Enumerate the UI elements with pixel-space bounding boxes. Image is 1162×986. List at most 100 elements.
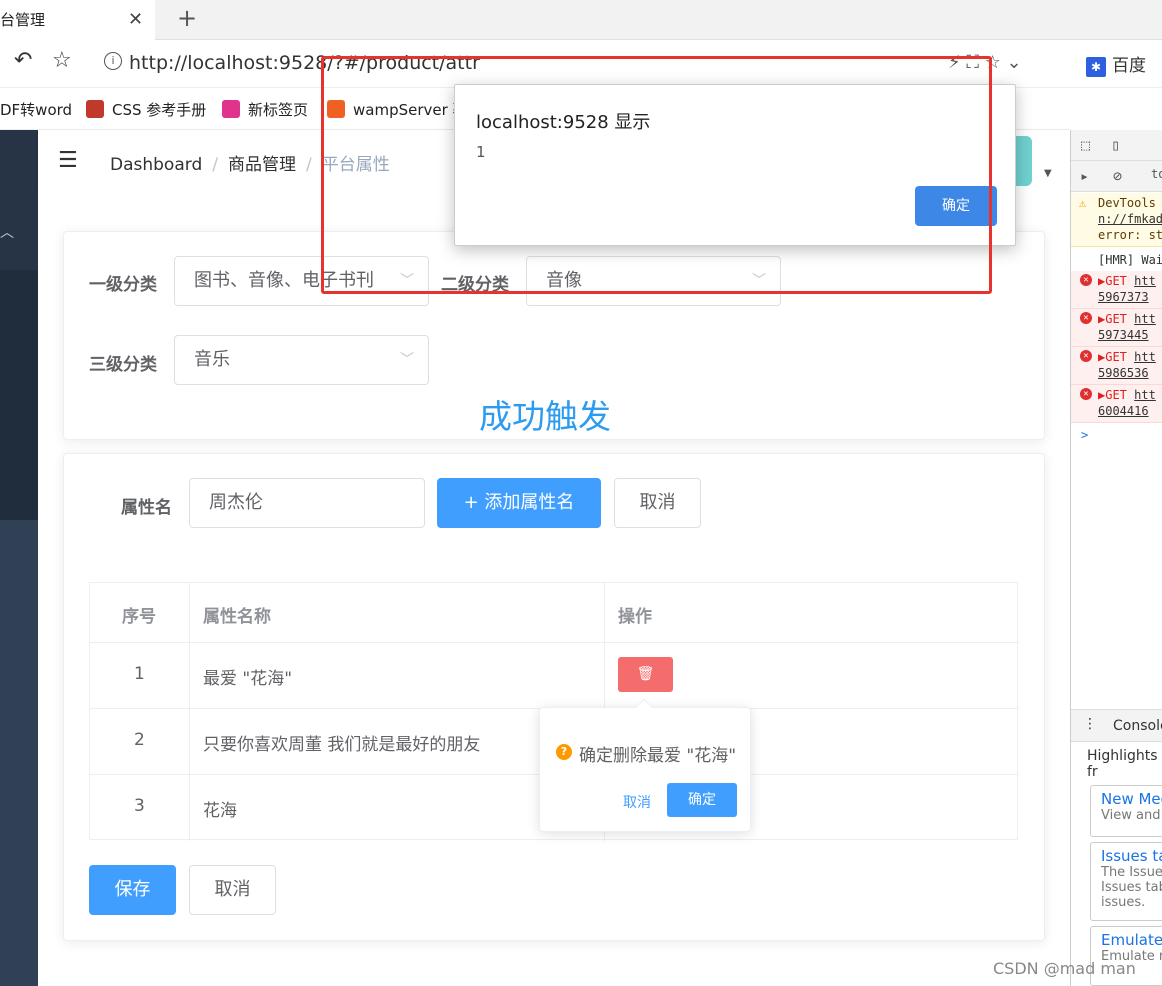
context-select[interactable]: to (1151, 167, 1162, 181)
card-desc: View and (1101, 808, 1161, 823)
level3-value: 音乐 (194, 349, 230, 370)
level1-label: 一级分类 (89, 275, 157, 295)
error-id[interactable]: 5973445 (1098, 327, 1162, 343)
caret-down-icon[interactable]: ▼ (1044, 168, 1052, 179)
search-engine-label: 百度 (1112, 56, 1146, 76)
attr-name-input[interactable]: 周杰伦 (189, 478, 425, 528)
browser-tab[interactable]: 台管理 ✕ (0, 0, 155, 40)
popconfirm-message: 确定删除最爱 "花海" (579, 746, 737, 766)
sidebar-menu-group[interactable]: ︿ (0, 130, 38, 270)
close-tab-icon[interactable]: ✕ (128, 0, 143, 40)
sidebar: ︿ (0, 130, 38, 986)
error-method: ▶GET (1098, 388, 1127, 402)
watermark: CSDN @mad man (993, 959, 1136, 978)
devtools-panel: ⬚ ▯ ▸ ⊘ to ⚠ DevTools n://fmkad error: s… (1070, 130, 1162, 986)
card-desc: Issues tab (1101, 880, 1162, 895)
error-method: ▶GET (1098, 350, 1127, 364)
tab-console[interactable]: Console (1113, 718, 1162, 734)
clear-console-icon[interactable]: ⊘ (1113, 167, 1122, 185)
console-log: [HMR] Wai (1098, 253, 1162, 267)
sidebar-toggle-icon[interactable]: ▸ (1080, 167, 1089, 185)
chevron-up-icon[interactable]: ︿ (0, 222, 14, 242)
console-error[interactable]: ✕ ▶GET htt 6004416 (1071, 385, 1162, 423)
console-error[interactable]: ✕ ▶GET htt 5973445 (1071, 309, 1162, 347)
row-name: 最爱 "花海" (203, 669, 293, 689)
save-button[interactable]: 保存 (89, 865, 176, 915)
devtools-toolbar: ⬚ ▯ (1071, 130, 1162, 161)
console-warning: ⚠ DevTools n://fmkad error: st (1071, 193, 1162, 247)
delete-button[interactable]: 🗑 (618, 657, 673, 692)
trash-icon: 🗑 (636, 666, 655, 682)
chevron-down-icon: ﹀ (400, 352, 414, 368)
error-link[interactable]: htt (1134, 274, 1156, 288)
console-error[interactable]: ✕ ▶GET htt 5986536 (1071, 347, 1162, 385)
error-icon: ✕ (1080, 274, 1092, 286)
row-index: 3 (134, 796, 145, 816)
add-attr-button[interactable]: + 添加属性名 (437, 478, 601, 528)
baidu-icon: ✱ (1086, 57, 1106, 77)
sidebar-submenu[interactable] (0, 270, 38, 520)
error-id[interactable]: 5986536 (1098, 365, 1162, 381)
card-title: Emulate (1101, 931, 1162, 949)
error-link[interactable]: htt (1134, 388, 1156, 402)
error-method: ▶GET (1098, 274, 1127, 288)
popconfirm-cancel-button[interactable]: 取消 (623, 792, 651, 812)
error-link[interactable]: htt (1134, 312, 1156, 326)
card-desc: issues. (1101, 895, 1146, 910)
more-icon[interactable]: ⋮ (1083, 716, 1097, 732)
whats-new-card[interactable]: Issues tal The Issue Issues tab issues. (1090, 842, 1162, 921)
breadcrumb-item[interactable]: Dashboard (110, 155, 202, 175)
error-icon: ✕ (1080, 350, 1092, 362)
bookmark-label: 新标签页 (248, 101, 309, 119)
error-icon: ✕ (1080, 312, 1092, 324)
bookmark-item[interactable]: DF转word (0, 99, 72, 120)
card-title: Issues tal (1101, 847, 1162, 865)
row-name: 花海 (203, 801, 237, 821)
question-icon: ? (556, 744, 572, 760)
delete-popconfirm: ? 确定删除最爱 "花海" 取消 确定 (539, 698, 751, 832)
row-index: 1 (134, 664, 145, 684)
inspect-icon[interactable]: ⬚ (1081, 136, 1090, 154)
error-id[interactable]: 5967373 (1098, 289, 1162, 305)
row-name: 只要你喜欢周董 我们就是最好的朋友 (203, 735, 481, 755)
card-desc: The Issue (1101, 865, 1162, 880)
warning-line: error: st (1098, 228, 1162, 242)
warning-link[interactable]: n://fmkad (1098, 211, 1162, 227)
search-engine[interactable]: ✱ 百度 (1086, 51, 1146, 77)
css-icon (86, 100, 104, 118)
popconfirm-confirm-button[interactable]: 确定 (667, 783, 737, 817)
highlight-box (321, 56, 992, 294)
table-header: 序号 (122, 607, 156, 627)
level3-select[interactable]: 音乐 ﹀ (174, 335, 429, 385)
warning-icon: ⚠ (1079, 196, 1087, 210)
card-title: New Med (1101, 790, 1162, 808)
cancel-button[interactable]: 取消 (614, 478, 701, 528)
device-icon[interactable]: ▯ (1111, 136, 1120, 154)
breadcrumb-item: 商品管理 (227, 155, 296, 175)
hamburger-icon[interactable]: ☰ (58, 148, 78, 173)
console-prompt[interactable]: > (1071, 427, 1162, 445)
drawer-tabs: ⋮ Console (1071, 709, 1162, 741)
newtab-icon (222, 100, 240, 118)
whats-new-header: Highlights fr (1071, 741, 1162, 780)
star-icon[interactable]: ☆ (52, 48, 72, 73)
browser-tab-bar: 台管理 ✕ + (0, 0, 1162, 40)
error-method: ▶GET (1098, 312, 1127, 326)
console-error[interactable]: ✕ ▶GET htt 5967373 (1071, 271, 1162, 309)
success-annotation: 成功触发 (479, 397, 611, 436)
cancel-button-bottom[interactable]: 取消 (189, 865, 276, 915)
bookmark-item[interactable]: 新标签页 (222, 99, 308, 120)
table-header: 操作 (618, 607, 652, 627)
error-id[interactable]: 6004416 (1098, 403, 1162, 419)
bookmark-label: CSS 参考手册 (112, 101, 207, 119)
back-icon[interactable]: ↶ (14, 48, 32, 73)
error-link[interactable]: htt (1134, 350, 1156, 364)
warning-line: DevTools (1098, 196, 1156, 210)
error-icon: ✕ (1080, 388, 1092, 400)
whats-new-card[interactable]: New Med View and (1090, 785, 1162, 837)
new-tab-icon[interactable]: + (177, 4, 197, 32)
row-index: 2 (134, 730, 145, 750)
bookmark-item[interactable]: CSS 参考手册 (86, 99, 206, 120)
info-icon[interactable]: i (104, 52, 122, 70)
level3-label: 三级分类 (89, 355, 157, 375)
